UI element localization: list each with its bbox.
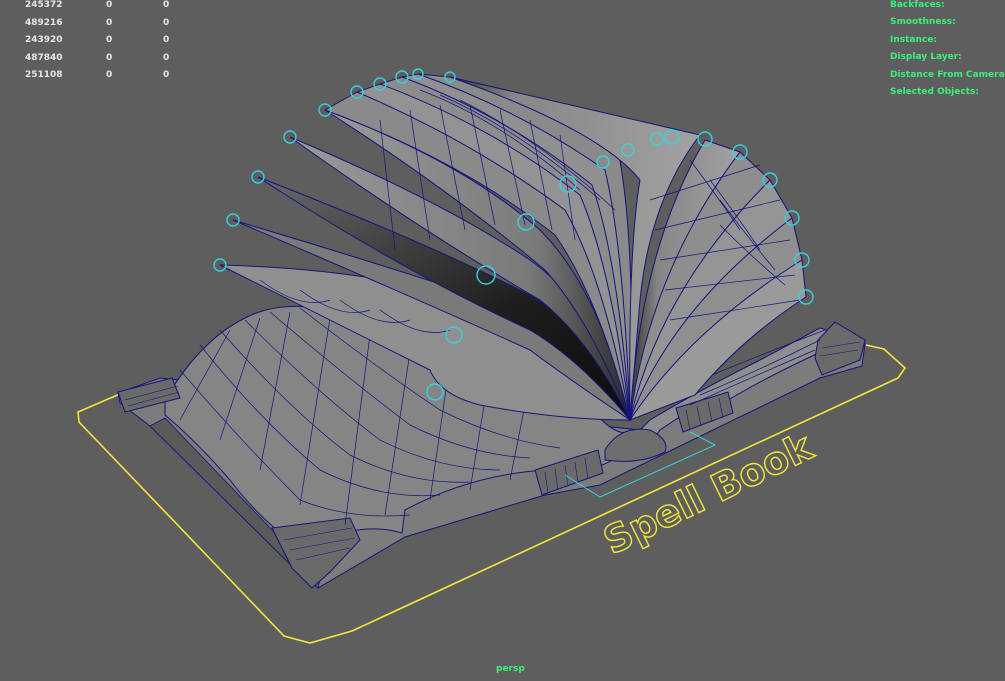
- hud-smoothness-label: Smoothness:: [890, 17, 956, 28]
- camera-name-label: persp: [496, 664, 525, 674]
- viewport-3d[interactable]: Spell Book: [0, 0, 1005, 681]
- hud-display-layer-label: Display Layer:: [890, 52, 962, 63]
- hud-instance-label: Instance:: [890, 34, 937, 45]
- hud-stat-row: 245372 0 0: [25, 0, 170, 10]
- hud-distance-label: Distance From Camera:: [890, 69, 1005, 80]
- hud-object-info: Backfaces: Smoothness: Instance: Display…: [890, 0, 1005, 104]
- hud-stat-row: 487840 0 0: [25, 52, 170, 63]
- hud-stat-row: 251108 0 0: [25, 70, 170, 80]
- hud-poly-stats: 245372 0 0 489216 0 0 243920 0 0 487840 0 0 2511…: [0, 0, 190, 88]
- hud-stat-row: 489216 0 0: [25, 17, 170, 28]
- hud-backfaces-label: Backfaces:: [890, 0, 945, 10]
- hud-stat-row: 243920 0 0: [25, 35, 170, 45]
- hud-selected-objects-label: Selected Objects:: [890, 86, 979, 97]
- corner-guard-bottom: [271, 517, 361, 589]
